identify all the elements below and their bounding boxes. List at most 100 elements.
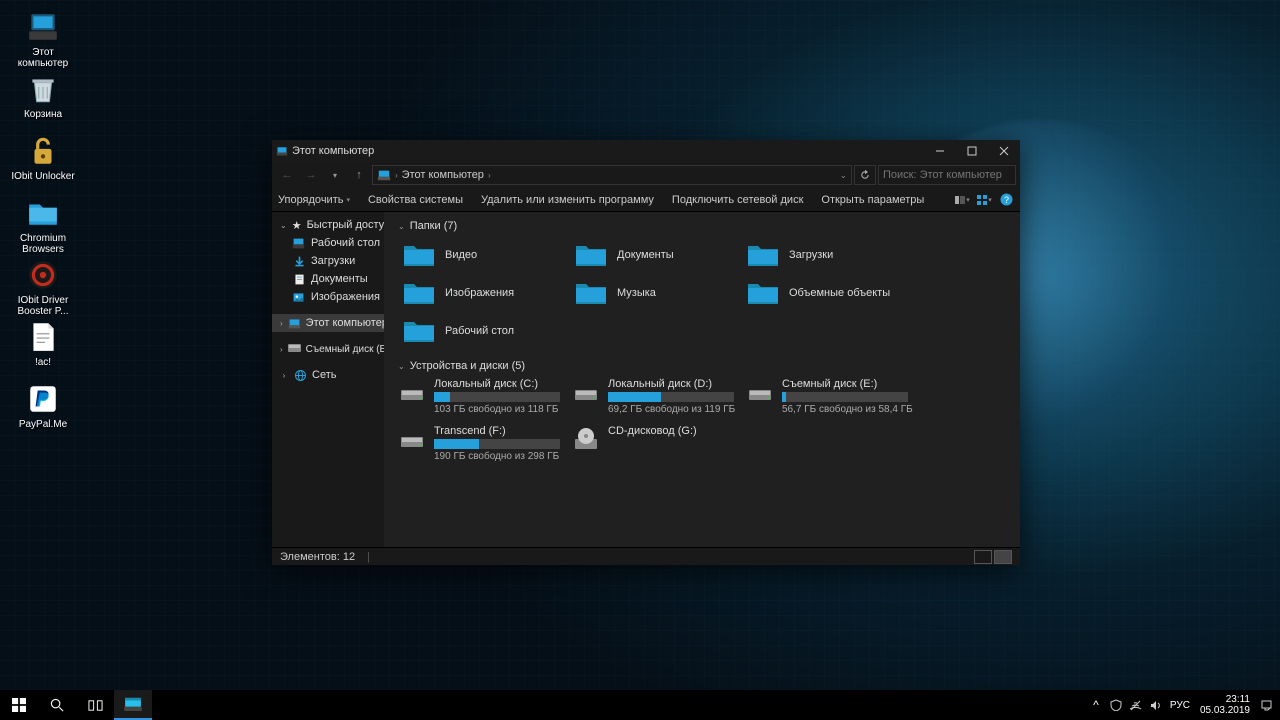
- folder-item[interactable]: Рабочий стол: [398, 314, 568, 348]
- drive-free-text: 56,7 ГБ свободно из 58,4 ГБ: [782, 404, 918, 415]
- drive-free-text: 69,2 ГБ свободно из 119 ГБ: [608, 404, 744, 415]
- sidebar-this-pc[interactable]: ›Этот компьютер: [272, 314, 384, 332]
- cmd-organize[interactable]: Упорядочить▾: [278, 194, 350, 206]
- drive-item[interactable]: Локальный диск (D:)69,2 ГБ свободно из 1…: [572, 378, 744, 415]
- close-button[interactable]: [988, 140, 1020, 162]
- folder-item[interactable]: Музыка: [570, 276, 740, 310]
- breadcrumb-item[interactable]: Этот компьютер: [402, 169, 484, 181]
- sidebar-item[interactable]: Документы: [272, 270, 384, 288]
- drive-usage-bar: [434, 439, 560, 449]
- folder-icon: [401, 241, 437, 269]
- chevron-right-icon: ›: [488, 171, 491, 180]
- folder-item[interactable]: Видео: [398, 238, 568, 272]
- tray-clock[interactable]: 23:1105.03.2019: [1194, 694, 1256, 716]
- search-box[interactable]: [878, 165, 1016, 185]
- item-icon: [292, 272, 306, 286]
- maximize-button[interactable]: [956, 140, 988, 162]
- taskbar-explorer-button[interactable]: [114, 690, 152, 720]
- content-pane: ⌄Папки (7) ВидеоДокументы Загрузки Изображ…: [384, 212, 1020, 547]
- group-header-drives[interactable]: ⌄Устройства и диски (5): [398, 360, 1006, 372]
- sidebar-removable[interactable]: ›Съемный диск (E:): [272, 340, 384, 358]
- sidebar-item[interactable]: Загрузки: [272, 252, 384, 270]
- nav-forward-button[interactable]: →: [300, 164, 322, 186]
- drive-item[interactable]: Локальный диск (C:)103 ГБ свободно из 11…: [398, 378, 570, 415]
- tray-security-icon[interactable]: [1106, 690, 1126, 720]
- sidebar-network[interactable]: ›Сеть: [272, 366, 384, 384]
- folder-item[interactable]: Объемные объекты: [742, 276, 912, 310]
- tray-language[interactable]: РУС: [1166, 690, 1194, 720]
- address-bar[interactable]: › Этот компьютер › ⌄: [372, 165, 852, 185]
- desktop-icon-label: Корзина: [10, 109, 76, 120]
- drive-item[interactable]: CD-дисковод (G:): [572, 425, 744, 462]
- drive-item[interactable]: Съемный диск (E:)56,7 ГБ свободно из 58,…: [746, 378, 918, 415]
- paypal-icon: [26, 382, 60, 416]
- cmd-open-settings[interactable]: Открыть параметры: [821, 194, 924, 206]
- drive-usage-bar: [608, 392, 734, 402]
- desktop-icon[interactable]: IObit Driver Booster P...: [10, 258, 76, 317]
- titlebar[interactable]: Этот компьютер: [272, 140, 1020, 162]
- bin-icon: [26, 72, 60, 106]
- refresh-button[interactable]: [854, 165, 876, 185]
- desktop-icon[interactable]: !ac!: [10, 320, 76, 368]
- drive-usage-bar: [782, 392, 908, 402]
- folder-icon: [573, 279, 609, 307]
- nav-back-button[interactable]: ←: [276, 164, 298, 186]
- item-icon: [292, 236, 306, 250]
- folder-item[interactable]: Документы: [570, 238, 740, 272]
- cmd-system-properties[interactable]: Свойства системы: [368, 194, 463, 206]
- folder-icon: [745, 241, 781, 269]
- network-icon: [293, 368, 307, 382]
- desktop-icon-label: !ac!: [10, 357, 76, 368]
- nav-up-button[interactable]: ↑: [348, 164, 370, 186]
- tray-overflow-icon[interactable]: ^: [1086, 690, 1106, 720]
- desktop-icon[interactable]: PayPal.Me: [10, 382, 76, 430]
- nav-recent-button[interactable]: ▾: [324, 164, 346, 186]
- task-view-button[interactable]: [76, 690, 114, 720]
- drive-icon: [398, 378, 426, 406]
- cmd-map-drive[interactable]: Подключить сетевой диск: [672, 194, 803, 206]
- tray-network-icon[interactable]: [1126, 690, 1146, 720]
- folder-item[interactable]: Изображения: [398, 276, 568, 310]
- search-input[interactable]: [883, 169, 1025, 181]
- item-icon: [292, 254, 306, 268]
- drive-icon: [572, 425, 600, 453]
- desktop-icon-label: IObit Unlocker: [10, 171, 76, 182]
- address-dropdown-icon[interactable]: ⌄: [839, 170, 847, 181]
- help-icon[interactable]: ?: [998, 192, 1014, 208]
- pane-options-icon[interactable]: ▾: [954, 192, 970, 208]
- sidebar-item[interactable]: Изображения: [272, 288, 384, 306]
- txt-icon: [26, 320, 60, 354]
- sidebar-quick-access[interactable]: ⌄★Быстрый доступ: [272, 216, 384, 234]
- tray-volume-icon[interactable]: [1146, 690, 1166, 720]
- folder-item[interactable]: Загрузки: [742, 238, 912, 272]
- drive-item[interactable]: Transcend (F:)190 ГБ свободно из 298 ГБ: [398, 425, 570, 462]
- desktop-icon[interactable]: IObit Unlocker: [10, 134, 76, 182]
- sidebar-item[interactable]: Рабочий стол: [272, 234, 384, 252]
- drive-icon: [398, 425, 426, 453]
- desktop-icon-label: Chromium Browsers: [10, 233, 76, 255]
- desktop-icon-label: PayPal.Me: [10, 419, 76, 430]
- folder-icon: [573, 241, 609, 269]
- folder-label: Загрузки: [789, 249, 833, 261]
- desktop-icon[interactable]: Корзина: [10, 72, 76, 120]
- chevron-right-icon: ›: [395, 171, 398, 180]
- view-tiles-button[interactable]: [994, 550, 1012, 564]
- group-header-folders[interactable]: ⌄Папки (7): [398, 220, 1006, 232]
- cmd-uninstall[interactable]: Удалить или изменить программу: [481, 194, 654, 206]
- star-icon: ★: [292, 218, 302, 232]
- desktop-icon[interactable]: Chromium Browsers: [10, 196, 76, 255]
- drive-name: Локальный диск (C:): [434, 378, 570, 390]
- start-button[interactable]: [0, 690, 38, 720]
- desktop-icon[interactable]: Этот компьютер: [10, 10, 76, 69]
- view-details-button[interactable]: [974, 550, 992, 564]
- desktop-icon-label: Этот компьютер: [10, 47, 76, 69]
- folder-label: Объемные объекты: [789, 287, 890, 299]
- tray-notifications-icon[interactable]: [1256, 690, 1276, 720]
- taskbar-search-button[interactable]: [38, 690, 76, 720]
- explorer-window: Этот компьютер ← → ▾ ↑ › Этот компьютер …: [272, 140, 1020, 565]
- minimize-button[interactable]: [924, 140, 956, 162]
- view-options-icon[interactable]: ▾: [976, 192, 992, 208]
- folder-icon: [745, 279, 781, 307]
- window-icon: [272, 145, 292, 157]
- desktop-icon-label: IObit Driver Booster P...: [10, 295, 76, 317]
